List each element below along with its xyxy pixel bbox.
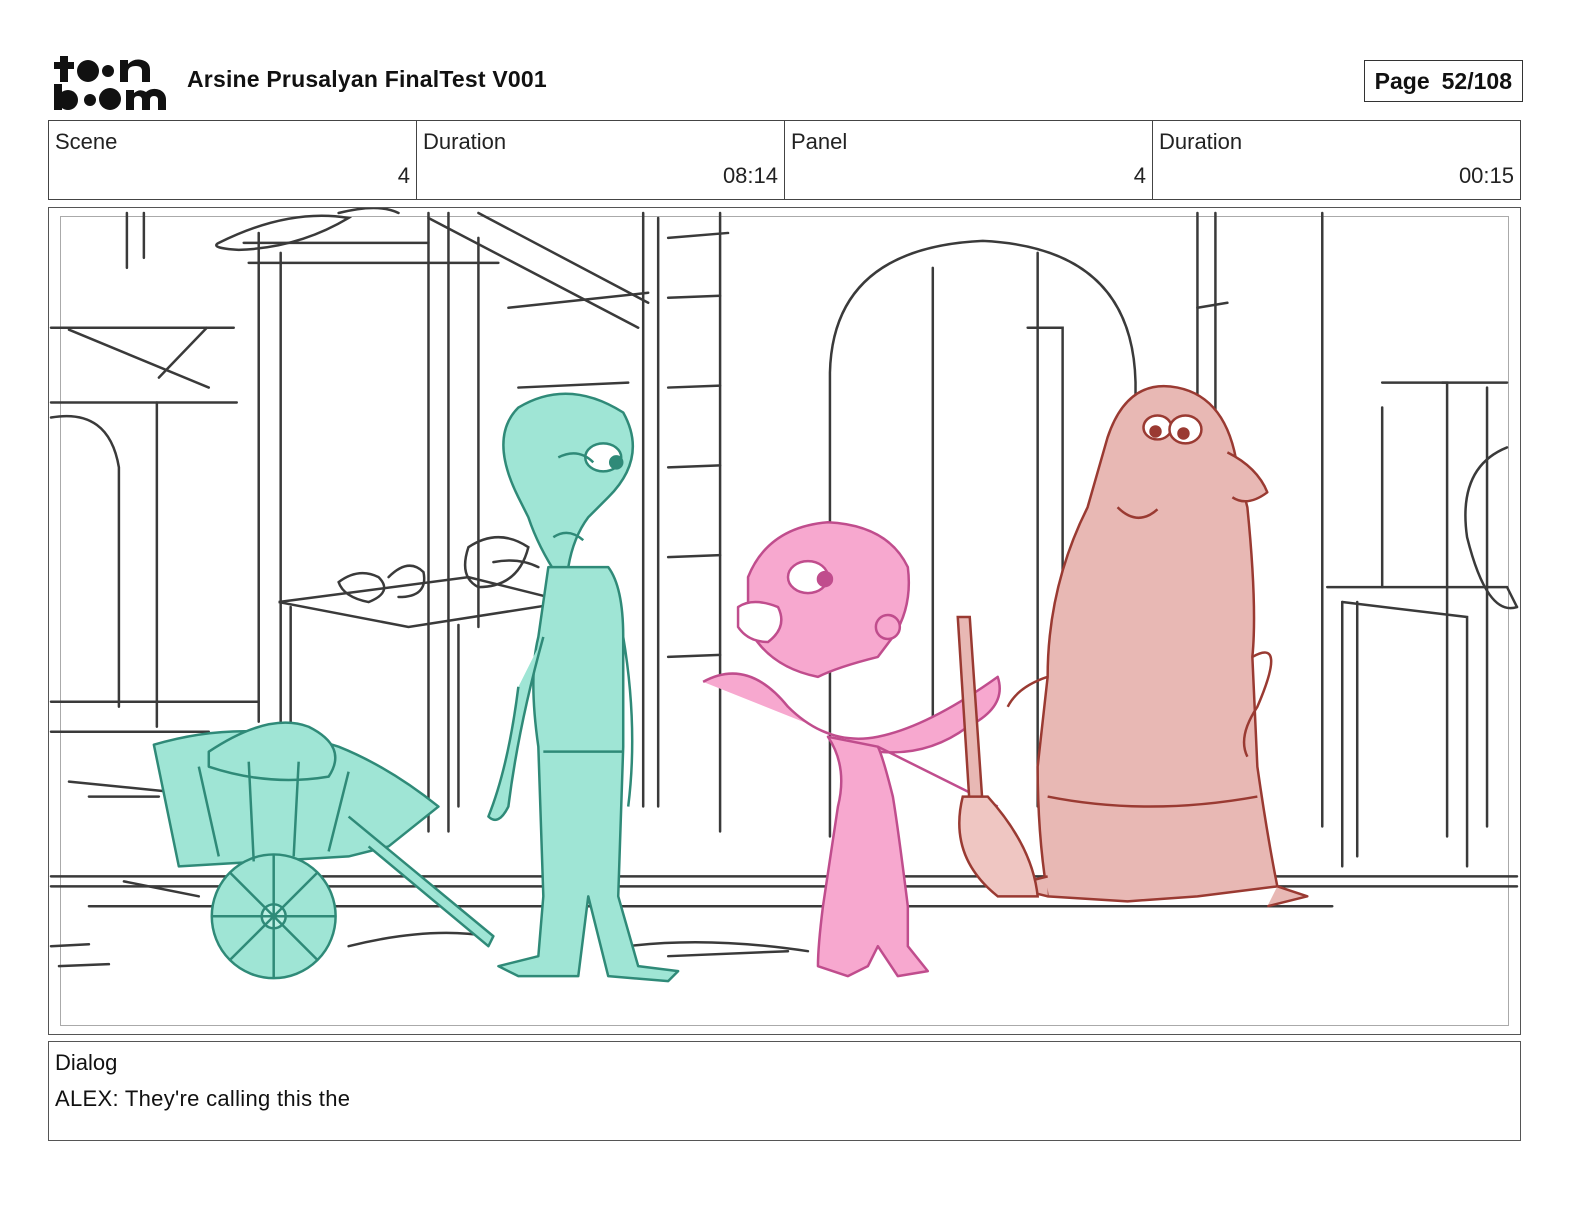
broom (956, 615, 1040, 898)
scene-label: Scene (55, 129, 118, 154)
storyboard-panel (48, 207, 1521, 1035)
dialog-box: Dialog ALEX: They're calling this the (48, 1041, 1521, 1141)
dialog-text: ALEX: They're calling this the (55, 1086, 351, 1111)
panel-duration-cell: Duration 00:15 (1153, 121, 1520, 199)
project-title: Arsine Prusalyan FinalTest V001 (187, 66, 547, 92)
panel-drawing (49, 208, 1519, 983)
panel-duration-label: Duration (1159, 129, 1243, 154)
scene-duration-label: Duration (423, 129, 507, 154)
scene-value: 4 (397, 163, 410, 188)
panel-value: 4 (1133, 163, 1146, 188)
panel-label: Panel (791, 129, 848, 154)
red-character (1006, 384, 1309, 908)
scene-duration-value: 08:14 (722, 163, 778, 188)
panel-cell: Panel 4 (785, 121, 1153, 199)
pink-character (702, 520, 1001, 978)
toon-boom-logo (54, 56, 166, 110)
page-label: Page (1374, 67, 1430, 94)
teal-character (487, 392, 680, 983)
scene-duration-cell: Duration 08:14 (417, 121, 785, 199)
panel-duration-value: 00:15 (1458, 163, 1514, 188)
page-indicator: Page 52/108 (1363, 60, 1523, 102)
page-number: 52/108 (1441, 67, 1512, 94)
scene-cell: Scene 4 (49, 121, 417, 199)
storyboard-header: Arsine Prusalyan FinalTest V001 Page 52/… (48, 48, 1523, 114)
dialog-label: Dialog (55, 1050, 118, 1075)
scene-info-row: Scene 4 Duration 08:14 Panel 4 Duration … (48, 120, 1521, 200)
wheelbarrow (152, 721, 495, 980)
